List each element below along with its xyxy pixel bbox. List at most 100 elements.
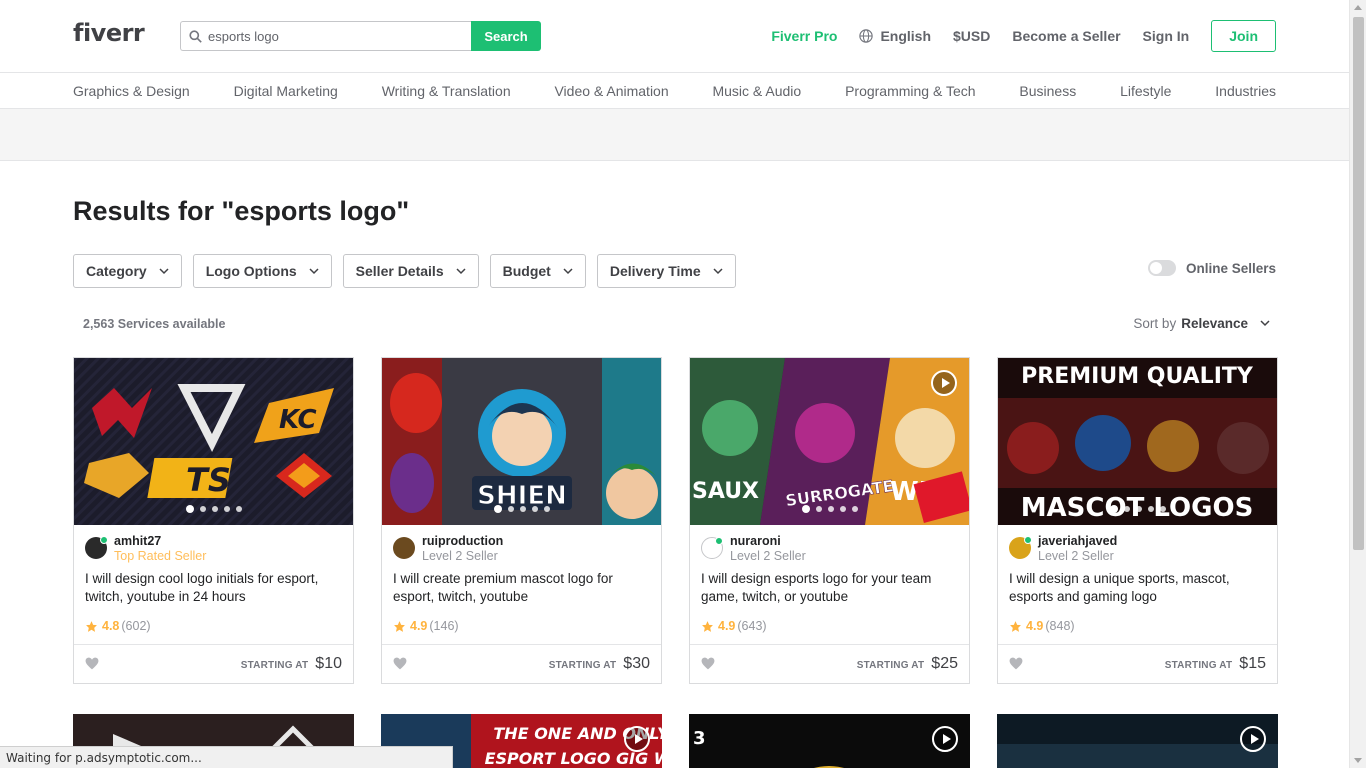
video-play-icon[interactable] [931, 370, 957, 396]
currency-selector[interactable]: $USD [953, 28, 990, 44]
browser-status-bar: Waiting for p.adsymptotic.com... [0, 746, 453, 768]
seller-name[interactable]: ruiproduction [422, 534, 503, 548]
online-sellers-label: Online Sellers [1185, 260, 1276, 276]
avatar[interactable] [701, 537, 723, 559]
fiverr-logo[interactable]: fiverr [73, 19, 145, 47]
heart-icon[interactable] [701, 657, 715, 670]
join-button[interactable]: Join [1211, 20, 1276, 52]
gig-image[interactable]: SAUX SURROGATE WIZ [690, 358, 969, 525]
toggle-switch[interactable] [1147, 260, 1176, 276]
video-play-icon[interactable] [932, 726, 958, 752]
heart-icon[interactable] [393, 657, 407, 670]
price-block[interactable]: STARTING AT $30 [549, 655, 650, 673]
search-input[interactable] [208, 28, 458, 44]
gig-footer: STARTING AT $30 [382, 644, 661, 683]
language-selector[interactable]: English [859, 28, 931, 44]
gig-rating: 4.9 (146) [393, 619, 459, 633]
star-icon [394, 620, 405, 632]
svg-text:3: 3 [693, 728, 706, 749]
avatar[interactable] [85, 536, 108, 559]
globe-icon [859, 29, 874, 43]
rating-count: (146) [429, 619, 459, 633]
carousel-dots[interactable] [998, 505, 1277, 513]
filter-label: Seller Details [355, 263, 444, 279]
gig-image[interactable]: SHIEN [382, 358, 661, 525]
filter-budget[interactable]: Budget [489, 254, 586, 288]
sort-by-value: Relevance [1181, 316, 1248, 331]
category-video-animation[interactable]: Video & Animation [554, 83, 668, 99]
filter-logo-options[interactable]: Logo Options [192, 254, 332, 288]
gig-card[interactable]: KC TS amhit27 Top Rated Seller I will de… [73, 357, 354, 684]
gig-price: $30 [623, 655, 650, 672]
price-block[interactable]: STARTING AT $25 [857, 655, 958, 673]
chevron-down-icon [713, 267, 723, 274]
category-lifestyle[interactable]: Lifestyle [1120, 83, 1171, 99]
avatar[interactable] [1009, 536, 1032, 559]
fiverr-pro-link[interactable]: Fiverr Pro [771, 28, 837, 44]
heart-icon[interactable] [85, 657, 99, 670]
video-play-icon[interactable] [624, 726, 650, 752]
search-button[interactable]: Search [471, 21, 541, 51]
category-digital-marketing[interactable]: Digital Marketing [234, 83, 338, 99]
scroll-thumb[interactable] [1353, 17, 1364, 550]
category-programming-tech[interactable]: Programming & Tech [845, 83, 975, 99]
seller-level: Top Rated Seller [114, 549, 207, 563]
gig-image[interactable]: PREMIUM QUALITY MASCOT LOGOS [998, 358, 1277, 525]
price-block[interactable]: STARTING AT $15 [1165, 655, 1266, 673]
search-field[interactable] [180, 21, 471, 51]
become-seller-link[interactable]: Become a Seller [1012, 28, 1120, 44]
carousel-dots[interactable] [74, 505, 353, 513]
category-graphics-design[interactable]: Graphics & Design [73, 83, 190, 99]
gig-card[interactable]: SAUX SURROGATE WIZ nuraroni Level 2 Sell… [689, 357, 970, 684]
seller-name[interactable]: javeriahjaved [1038, 534, 1117, 548]
price-block[interactable]: STARTING AT $10 [241, 655, 342, 673]
filter-bar: Category Logo Options Seller Details Bud… [73, 254, 747, 288]
gig-image[interactable]: KC TS [74, 358, 353, 525]
filter-delivery-time[interactable]: Delivery Time [596, 254, 736, 288]
top-header: fiverr Search Fiverr Pro English $USD Be… [0, 0, 1349, 73]
carousel-dots[interactable] [690, 505, 969, 513]
chevron-down-icon [309, 267, 319, 274]
starting-at-label: STARTING AT [1164, 660, 1233, 671]
gig-title[interactable]: I will design cool logo initials for esp… [85, 570, 343, 606]
gig-title[interactable]: I will design a unique sports, mascot, e… [1009, 570, 1267, 606]
category-music-audio[interactable]: Music & Audio [712, 83, 801, 99]
svg-text:KC: KC [279, 405, 317, 435]
filter-category[interactable]: Category [73, 254, 182, 288]
gig-card[interactable]: PREMIUM QUALITY MASCOT LOGOS javeriahjav… [997, 357, 1278, 684]
sort-by-label: Sort by [1133, 316, 1177, 331]
chevron-down-icon [159, 267, 169, 274]
search-bar: Search [180, 21, 541, 51]
video-play-icon[interactable] [1240, 726, 1266, 752]
star-icon [86, 620, 97, 632]
gig-footer: STARTING AT $25 [690, 644, 969, 683]
gig-footer: STARTING AT $10 [74, 644, 353, 683]
carousel-dots[interactable] [382, 505, 661, 513]
gig-card-image-partial[interactable]: 3 [689, 714, 970, 768]
seller-name[interactable]: nuraroni [730, 534, 806, 548]
category-industries[interactable]: Industries [1215, 83, 1276, 99]
filter-seller-details[interactable]: Seller Details [342, 254, 479, 288]
heart-icon[interactable] [1009, 657, 1023, 670]
online-indicator [1024, 536, 1032, 544]
vertical-scrollbar[interactable] [1349, 0, 1366, 768]
gig-price: $25 [931, 655, 958, 672]
gig-title[interactable]: I will create premium mascot logo for es… [393, 570, 651, 606]
gig-rating: 4.8 (602) [85, 619, 151, 633]
gig-rating: 4.9 (643) [701, 619, 767, 633]
category-business[interactable]: Business [1019, 83, 1076, 99]
gig-title[interactable]: I will design esports logo for your team… [701, 570, 959, 606]
category-writing-translation[interactable]: Writing & Translation [382, 83, 511, 99]
seller-level: Level 2 Seller [730, 549, 806, 563]
services-count: 2,563 Services available [83, 317, 226, 331]
scroll-up-arrow[interactable] [1354, 5, 1362, 10]
seller-name[interactable]: amhit27 [114, 534, 206, 548]
gig-card[interactable]: SHIEN ruiproduction Level 2 Seller I wil… [381, 357, 662, 684]
sort-by-dropdown[interactable]: Sort by Relevance [1133, 316, 1270, 331]
online-sellers-toggle[interactable]: Online Sellers [1147, 260, 1276, 276]
gig-card-image-partial[interactable] [997, 714, 1278, 768]
avatar[interactable] [393, 537, 415, 559]
scroll-down-arrow[interactable] [1354, 758, 1362, 763]
gig-image-text: TS [186, 461, 231, 499]
sign-in-link[interactable]: Sign In [1143, 28, 1190, 44]
